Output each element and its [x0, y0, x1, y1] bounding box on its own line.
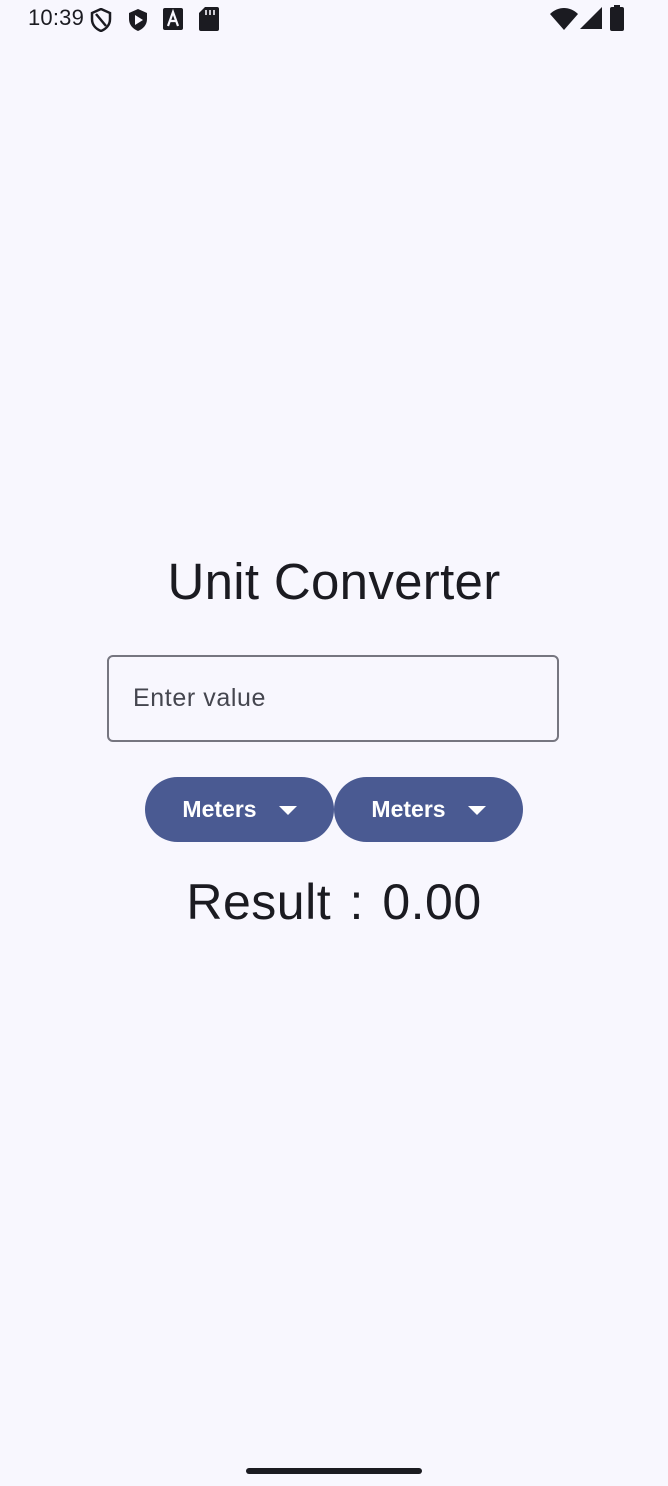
status-bar: 10:39: [0, 0, 668, 38]
status-time: 10:39: [28, 5, 85, 30]
value-input[interactable]: [133, 657, 533, 740]
page-title: Unit Converter: [167, 553, 501, 610]
wifi-icon: [550, 8, 578, 30]
to-unit-label: Meters: [371, 796, 446, 822]
value-input-field[interactable]: [107, 655, 559, 742]
sd-card-icon: [199, 7, 219, 31]
arrow-drop-down-icon: [278, 806, 297, 815]
font-a-icon: [163, 8, 183, 30]
from-unit-dropdown[interactable]: Meters: [145, 777, 334, 842]
result-value: 0.00: [382, 874, 482, 930]
result-text: Result : 0.00: [0, 873, 668, 931]
signal-icon: [580, 7, 602, 29]
to-unit-dropdown[interactable]: Meters: [334, 777, 523, 842]
from-unit-label: Meters: [182, 796, 257, 822]
result-label: Result: [186, 874, 332, 930]
result-separator: :: [349, 874, 364, 930]
gesture-nav-handle[interactable]: [246, 1468, 422, 1474]
battery-icon: [610, 5, 624, 31]
play-protect-icon: [127, 8, 149, 32]
vpn-shield-icon: [90, 8, 112, 32]
arrow-drop-down-icon: [467, 806, 486, 815]
